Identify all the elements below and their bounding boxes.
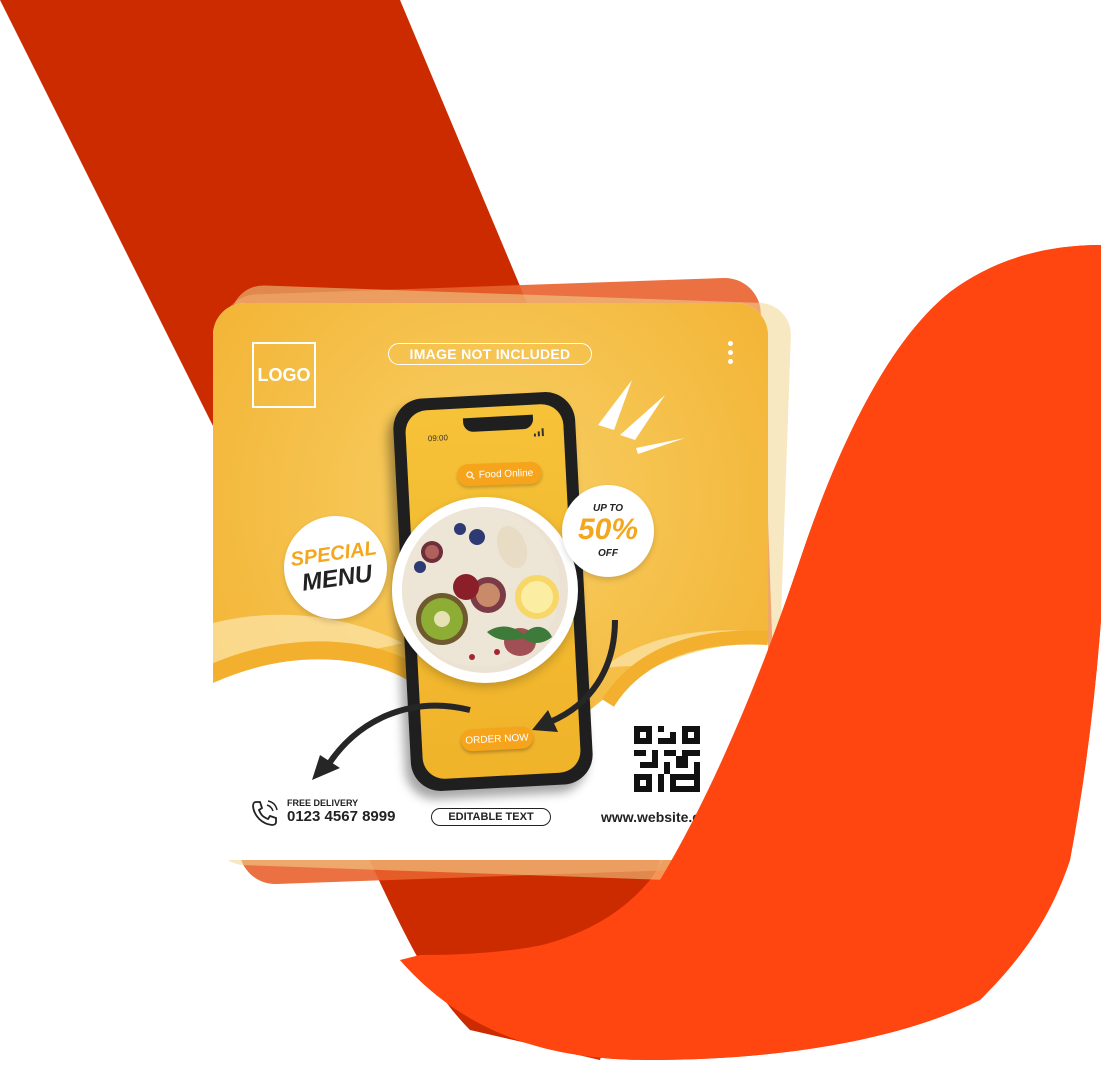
foreground-swoosh [400,245,1101,1060]
